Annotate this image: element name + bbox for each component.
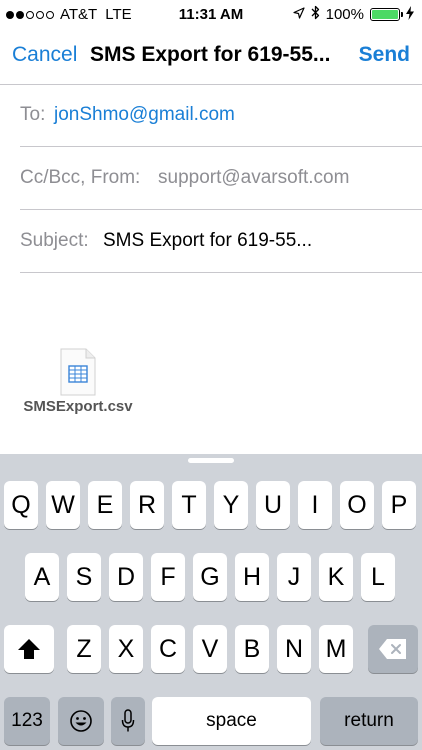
key-h[interactable]: H (235, 553, 269, 601)
microphone-icon (121, 709, 135, 732)
spreadsheet-file-icon (60, 348, 96, 396)
key-m[interactable]: M (319, 625, 353, 673)
key-c[interactable]: C (151, 625, 185, 673)
to-recipient[interactable]: jonShmo@gmail.com (54, 104, 235, 126)
location-arrow-icon (293, 6, 305, 23)
subject-field[interactable]: Subject: SMS Export for 619-55... (20, 210, 422, 273)
key-w[interactable]: W (46, 481, 80, 529)
key-z[interactable]: Z (67, 625, 101, 673)
status-left: AT&T LTE (6, 6, 132, 23)
key-u[interactable]: U (256, 481, 290, 529)
key-k[interactable]: K (319, 553, 353, 601)
status-bar: AT&T LTE 11:31 AM 100% (0, 0, 422, 30)
shift-icon (18, 639, 40, 659)
key-p[interactable]: P (382, 481, 416, 529)
key-l[interactable]: L (361, 553, 395, 601)
status-right: 100% (293, 5, 414, 24)
battery-icon (370, 8, 403, 21)
cc-bcc-from-label: Cc/Bcc, From: (20, 167, 141, 188)
compose-title: SMS Export for 619-55... (90, 43, 331, 66)
attachment[interactable]: SMSExport.csv (22, 348, 134, 415)
subject-input[interactable]: SMS Export for 619-55... (103, 230, 312, 252)
key-f[interactable]: F (151, 553, 185, 601)
emoji-icon (70, 710, 92, 732)
compose-nav-bar: Cancel SMS Export for 619-55... Send (0, 30, 422, 85)
key-b[interactable]: B (235, 625, 269, 673)
dictation-key[interactable] (111, 697, 145, 745)
key-e[interactable]: E (88, 481, 122, 529)
bluetooth-icon (311, 5, 320, 24)
key-i[interactable]: I (298, 481, 332, 529)
network-type: LTE (105, 6, 132, 23)
key-d[interactable]: D (109, 553, 143, 601)
key-r[interactable]: R (130, 481, 164, 529)
signal-strength-icon (6, 10, 54, 19)
keyboard-grabber[interactable] (188, 458, 234, 463)
return-key[interactable]: return (320, 697, 418, 745)
key-y[interactable]: Y (214, 481, 248, 529)
backspace-key[interactable] (368, 625, 418, 673)
to-label: To: (20, 104, 46, 125)
to-field[interactable]: To: jonShmo@gmail.com (20, 84, 422, 147)
cancel-button[interactable]: Cancel (12, 43, 77, 67)
numbers-key[interactable]: 123 (4, 697, 50, 745)
space-key[interactable]: space (152, 697, 311, 745)
key-t[interactable]: T (172, 481, 206, 529)
battery-percent: 100% (325, 6, 364, 23)
attachment-filename: SMSExport.csv (23, 398, 133, 415)
cc-bcc-from-field[interactable]: Cc/Bcc, From: support@avarsoft.com (20, 147, 422, 210)
charging-bolt-icon (406, 5, 414, 24)
key-o[interactable]: O (340, 481, 374, 529)
key-s[interactable]: S (67, 553, 101, 601)
key-j[interactable]: J (277, 553, 311, 601)
key-g[interactable]: G (193, 553, 227, 601)
backspace-icon (379, 639, 406, 659)
from-address[interactable]: support@avarsoft.com (158, 167, 349, 189)
key-q[interactable]: Q (4, 481, 38, 529)
emoji-key[interactable] (58, 697, 104, 745)
subject-label: Subject: (20, 230, 89, 251)
key-x[interactable]: X (109, 625, 143, 673)
key-n[interactable]: N (277, 625, 311, 673)
shift-key[interactable] (4, 625, 54, 673)
keyboard: Q W E R T Y U I O P A S D F G H J K L Z … (0, 454, 422, 750)
key-v[interactable]: V (193, 625, 227, 673)
key-a[interactable]: A (25, 553, 59, 601)
send-button[interactable]: Send (359, 43, 410, 67)
carrier-name: AT&T (60, 6, 98, 23)
